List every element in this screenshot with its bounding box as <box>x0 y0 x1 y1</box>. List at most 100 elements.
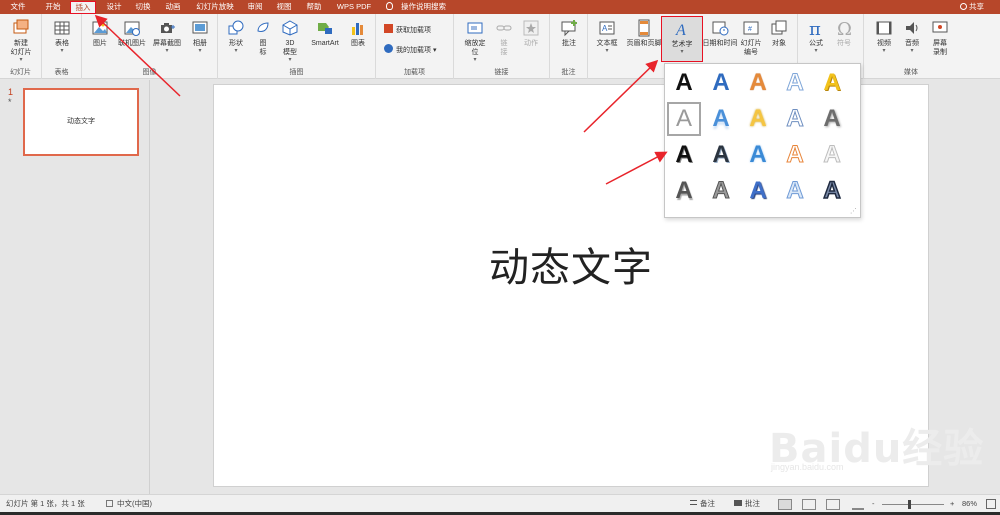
comments-button[interactable]: 批注 <box>734 499 760 509</box>
zoom-button[interactable]: 缩放定 位 ▾ <box>460 19 490 63</box>
wordart-style-3-3[interactable]: A <box>741 138 775 172</box>
slide-sorter-icon[interactable] <box>802 499 816 510</box>
resize-grip-icon[interactable]: ⋰ <box>850 207 857 215</box>
notes-button[interactable]: 备注 <box>690 499 715 509</box>
tab-animations[interactable]: 动画 <box>160 2 186 14</box>
slide-number-icon: # <box>743 21 759 35</box>
reading-view-icon[interactable] <box>826 499 840 510</box>
tab-transitions[interactable]: 切换 <box>130 2 156 14</box>
tab-slideshow[interactable]: 幻灯片放映 <box>190 2 240 14</box>
screenshot-label: 屏幕截图 <box>153 40 181 47</box>
photo-album-button[interactable]: 相册 ▾ <box>186 19 214 54</box>
audio-button[interactable]: 音频 ▾ <box>900 19 924 54</box>
tab-review[interactable]: 审阅 <box>243 2 267 14</box>
object-button[interactable]: 对象 <box>766 19 792 48</box>
normal-view-icon[interactable] <box>778 499 792 510</box>
date-time-button[interactable]: 日期和时间 <box>700 19 740 48</box>
slide-animation-marker: * <box>8 97 12 107</box>
tab-file[interactable]: 文件 <box>4 2 32 14</box>
share-button[interactable]: 共享 <box>960 2 984 12</box>
wordart-style-3-5[interactable]: A <box>815 138 849 172</box>
comment-button[interactable]: 批注 <box>556 19 582 48</box>
cube-icon <box>282 20 298 36</box>
wordart-style-2-1[interactable]: A <box>667 102 701 136</box>
wordart-style-1-2[interactable]: A <box>704 66 738 100</box>
zoom-out-button[interactable]: - <box>872 499 875 509</box>
comment-icon <box>561 20 577 37</box>
shapes-button[interactable]: 形状 ▾ <box>224 19 248 54</box>
tab-design[interactable]: 设计 <box>102 2 126 14</box>
wordart-style-2-2[interactable]: A <box>704 102 738 136</box>
picture-button[interactable]: 图片 <box>88 19 112 48</box>
wordart-style-2-3[interactable]: A <box>741 102 775 136</box>
slide-thumbnail-panel: 1 * 动态文字 <box>0 80 150 494</box>
tab-insert[interactable]: 插入 <box>70 1 96 14</box>
video-button[interactable]: 视频 ▾ <box>872 19 896 54</box>
wordart-style-3-1[interactable]: A <box>667 138 701 172</box>
wordart-label: 艺术字 <box>671 41 693 48</box>
group-addins: 获取加载项 我的加载项 ▾ 加载项 <box>376 14 454 79</box>
tab-wps-pdf[interactable]: WPS PDF <box>334 2 374 14</box>
language-status[interactable]: 中文(中国) <box>106 499 152 509</box>
wordart-style-4-2[interactable]: A <box>704 174 738 208</box>
chart-label: 图表 <box>351 40 365 47</box>
new-slide-button[interactable]: 新建 幻灯片 ▾ <box>4 19 38 63</box>
wordart-style-3-4[interactable]: A <box>778 138 812 172</box>
textbox-button[interactable]: A 文本框 ▾ <box>592 19 622 54</box>
tell-me-search[interactable]: 操作说明搜索 <box>386 2 446 12</box>
icons-button[interactable]: 图 标 <box>252 19 274 57</box>
get-addins-button[interactable]: 获取加载项 <box>384 24 431 37</box>
group-slides: 新建 幻灯片 ▾ 幻灯片 <box>0 14 42 79</box>
slide-thumbnail[interactable]: 动态文字 <box>23 88 139 156</box>
wordart-style-4-5[interactable]: A <box>815 174 849 208</box>
action-button[interactable]: 动作 <box>518 19 544 48</box>
wordart-style-3-2[interactable]: A <box>704 138 738 172</box>
my-addins-button[interactable]: 我的加载项 ▾ <box>384 44 436 57</box>
zoom-level[interactable]: 86% <box>962 499 977 509</box>
wordart-style-1-5[interactable]: A <box>815 66 849 100</box>
calendar-clock-icon <box>712 21 729 36</box>
chevron-down-icon: ▾ <box>814 48 818 54</box>
3d-model-label: 3D 模型 <box>283 40 297 56</box>
chevron-down-icon: ▾ <box>680 49 684 55</box>
zoom-in-button[interactable]: + <box>950 499 954 509</box>
wordart-style-1-1[interactable]: A <box>667 66 701 100</box>
group-tables: 表格 ▾ 表格 <box>42 14 82 79</box>
link-button[interactable]: 链 接 <box>494 19 514 57</box>
tab-help[interactable]: 帮助 <box>302 2 326 14</box>
chart-button[interactable]: 图表 <box>346 19 370 48</box>
header-footer-button[interactable]: 页眉和页脚 <box>624 19 664 48</box>
wordart-style-2-4[interactable]: A <box>778 102 812 136</box>
screenshot-button[interactable]: 屏幕截图 ▾ <box>150 19 184 54</box>
chevron-down-icon: ▾ <box>910 48 914 54</box>
tab-home[interactable]: 开始 <box>38 2 68 14</box>
wordart-style-4-4[interactable]: A <box>778 174 812 208</box>
wordart-style-4-1[interactable]: A <box>667 174 701 208</box>
textbox-icon: A <box>599 21 615 35</box>
online-picture-button[interactable]: 联机图片 <box>116 19 148 48</box>
equation-button[interactable]: π 公式 ▾ <box>804 19 828 54</box>
chevron-down-icon: ▾ <box>605 48 609 54</box>
screen-record-label: 屏幕 录制 <box>933 40 947 56</box>
table-button[interactable]: 表格 ▾ <box>46 19 78 54</box>
zoom-slider-thumb[interactable] <box>908 500 911 509</box>
smartart-button[interactable]: SmartArt <box>306 19 344 48</box>
symbol-button[interactable]: Ω 符号 <box>832 19 856 48</box>
screen-record-icon <box>932 21 948 33</box>
tab-view[interactable]: 视图 <box>272 2 296 14</box>
wordart-button[interactable]: A 艺术字 ▾ <box>661 16 703 62</box>
slide-number-button[interactable]: # 幻灯片 编号 <box>736 19 766 57</box>
3d-model-button[interactable]: 3D 模型 ▾ <box>278 19 302 63</box>
wordart-style-4-3[interactable]: A <box>741 174 775 208</box>
fit-to-window-icon[interactable] <box>986 499 996 509</box>
wordart-style-1-3[interactable]: A <box>741 66 775 100</box>
slide-title-text[interactable]: 动态文字 <box>214 235 928 293</box>
group-links: 缩放定 位 ▾ 链 接 动作 链接 <box>454 14 550 79</box>
watermark-url: jingyan.baidu.com <box>771 462 844 472</box>
slideshow-view-icon[interactable] <box>852 499 864 510</box>
table-icon <box>54 21 70 35</box>
wordart-style-1-4[interactable]: A <box>778 66 812 100</box>
zoom-slider-track[interactable] <box>882 504 944 505</box>
screen-record-button[interactable]: 屏幕 录制 <box>926 19 954 57</box>
wordart-style-2-5[interactable]: A <box>815 102 849 136</box>
